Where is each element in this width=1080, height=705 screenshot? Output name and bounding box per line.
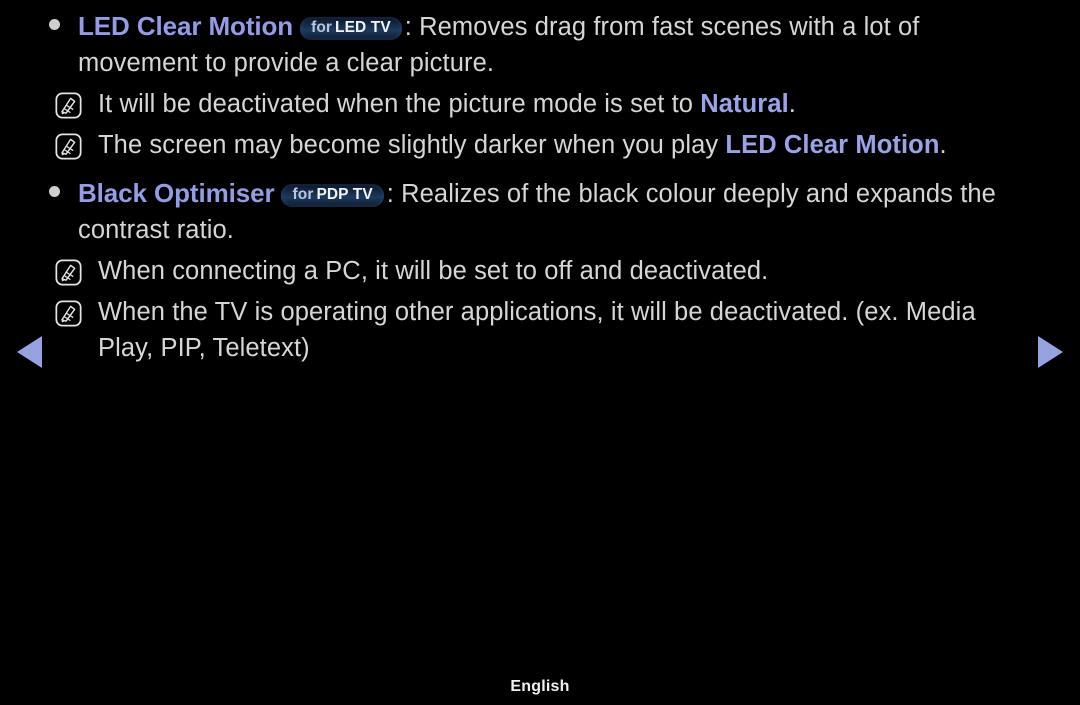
note-icon-cell (30, 294, 82, 327)
note-text-post: . (788, 90, 796, 118)
note-pencil-icon (55, 92, 82, 119)
note-icon-cell (30, 86, 82, 119)
bullet-row: LED Clear Motion for LED TV: Removes drag … (30, 8, 1050, 81)
platform-badge: for LED TV (300, 17, 402, 40)
note-text-post: . (939, 131, 947, 159)
badge-prefix: for (292, 186, 314, 203)
section-black-optimiser: Black Optimiser for PDP TV: Realizes of th… (30, 175, 1050, 366)
feature-title: LED Clear Motion (78, 11, 294, 41)
platform-badge: for PDP TV (281, 184, 384, 207)
bullet-dot-icon (30, 8, 78, 30)
note-row: When the TV is operating other applicati… (30, 294, 1050, 366)
note-text: When the TV is operating other applicati… (82, 294, 1050, 366)
badge-main: PDP TV (316, 186, 373, 203)
note-text: It will be deactivated when the picture … (82, 86, 1050, 122)
bullet-text: LED Clear Motion for LED TV: Removes drag … (78, 8, 1050, 81)
note-text-pre: It will be deactivated when the picture … (98, 90, 701, 118)
feature-colon: : (386, 180, 394, 208)
emanual-page: LED Clear Motion for LED TV: Removes drag … (0, 0, 1080, 705)
feature-colon: : (404, 13, 412, 41)
section-led-clear-motion: LED Clear Motion for LED TV: Removes drag … (30, 8, 1050, 163)
note-pencil-icon (55, 259, 82, 286)
feature-title: Black Optimiser (78, 178, 275, 208)
note-highlight: LED Clear Motion (725, 131, 940, 159)
note-highlight: Natural (700, 90, 789, 118)
note-text-pre: When the TV is operating other applicati… (98, 298, 976, 362)
note-pencil-icon (55, 133, 82, 160)
bullet-dot-icon (30, 175, 78, 197)
next-page-arrow-icon[interactable] (1038, 336, 1063, 368)
note-text: When connecting a PC, it will be set to … (82, 253, 1050, 289)
note-pencil-icon (55, 300, 82, 327)
badge-prefix: for (311, 19, 333, 36)
note-icon-cell (30, 253, 82, 286)
previous-page-arrow-icon[interactable] (17, 336, 42, 368)
badge-main: LED TV (335, 19, 391, 36)
content-area: LED Clear Motion for LED TV: Removes drag … (0, 0, 1080, 366)
note-row: The screen may become slightly darker wh… (30, 127, 1050, 163)
language-label: English (510, 678, 570, 695)
note-text-pre: The screen may become slightly darker wh… (98, 131, 726, 159)
bullet-row: Black Optimiser for PDP TV: Realizes of th… (30, 175, 1050, 248)
note-row: It will be deactivated when the picture … (30, 86, 1050, 122)
note-text: The screen may become slightly darker wh… (82, 127, 1050, 163)
note-text-pre: When connecting a PC, it will be set to … (98, 257, 769, 285)
bullet-text: Black Optimiser for PDP TV: Realizes of th… (78, 175, 1050, 248)
note-row: When connecting a PC, it will be set to … (30, 253, 1050, 289)
note-icon-cell (30, 127, 82, 160)
